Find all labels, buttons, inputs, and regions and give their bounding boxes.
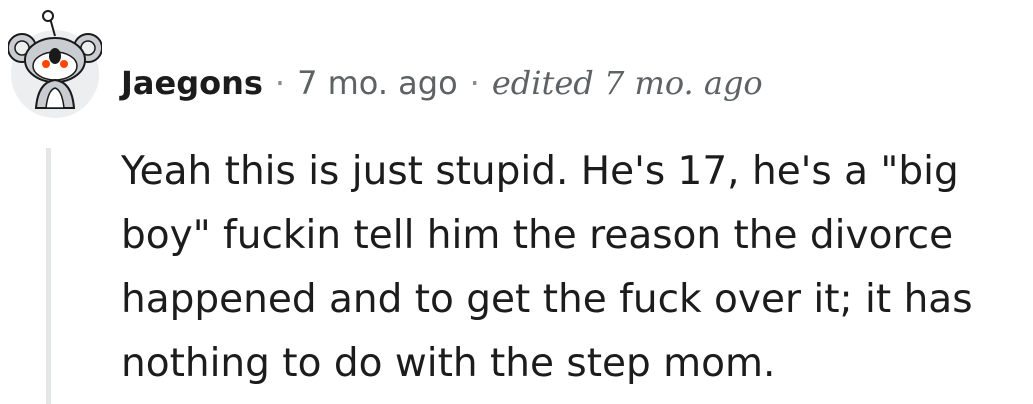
comment: Jaegons · 7 mo. ago · edited 7 mo. ago Y… xyxy=(0,0,1033,404)
meta-separator: · xyxy=(274,64,286,102)
comment-timestamp[interactable]: 7 mo. ago xyxy=(297,60,458,106)
comment-meta: Jaegons · 7 mo. ago · edited 7 mo. ago xyxy=(121,60,763,106)
koala-snoo-avatar-icon[interactable] xyxy=(8,8,102,120)
comment-body: Yeah this is just stupid. He's 17, he's … xyxy=(121,149,973,386)
thread-line[interactable] xyxy=(46,148,51,404)
edited-label: edited 7 mo. ago xyxy=(491,64,763,102)
meta-separator-2: · xyxy=(469,64,480,102)
author-link[interactable]: Jaegons xyxy=(121,60,263,106)
